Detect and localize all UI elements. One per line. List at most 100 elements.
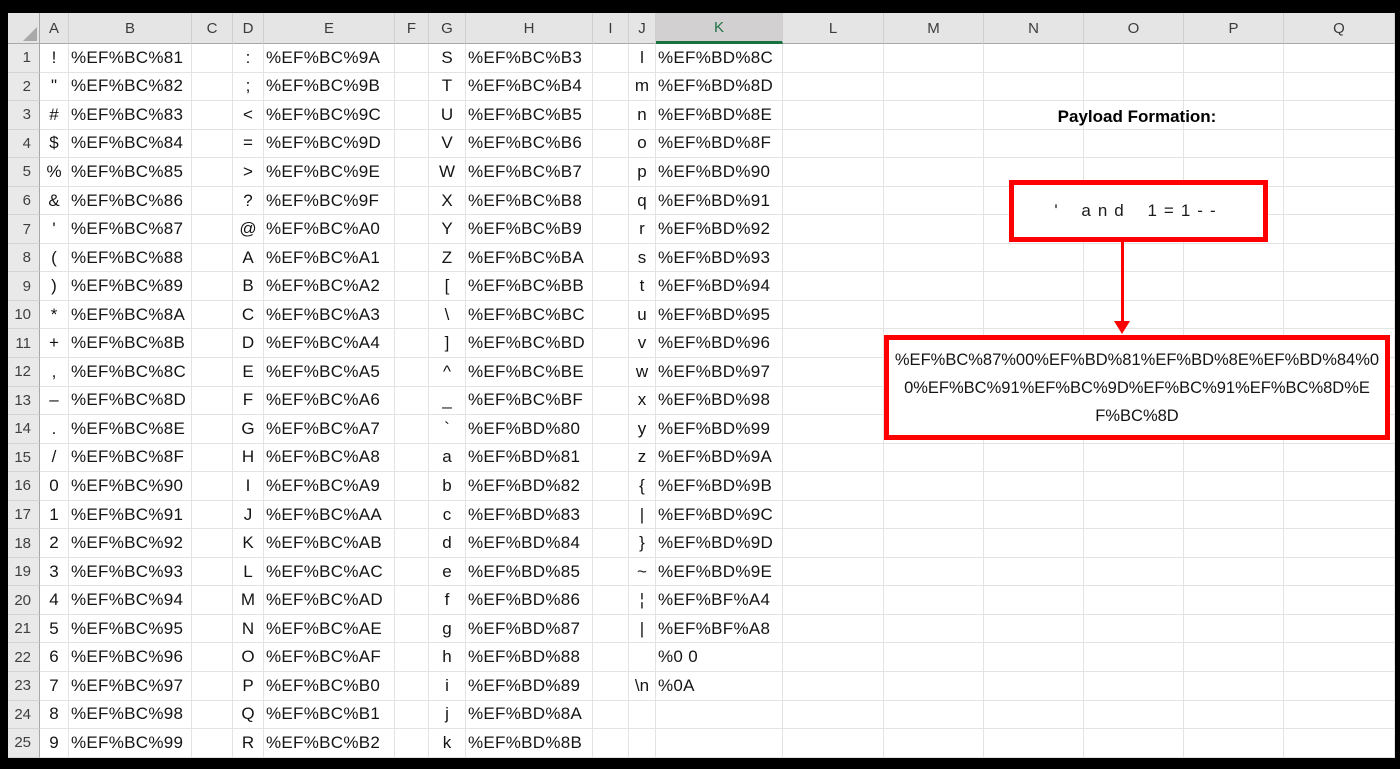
cell-H24[interactable]: %EF%BD%8A — [466, 700, 593, 730]
cell-Q1[interactable] — [1284, 44, 1395, 73]
cell-G16[interactable]: b — [429, 472, 466, 501]
cell-O2[interactable] — [1084, 72, 1184, 102]
cell-J16[interactable]: { — [629, 472, 656, 501]
column-header-F[interactable]: F — [395, 13, 429, 44]
cell-Q5[interactable] — [1284, 158, 1395, 187]
cell-D5[interactable]: > — [233, 158, 264, 187]
cell-L1[interactable] — [783, 44, 884, 73]
cell-E7[interactable]: %EF%BC%A0 — [264, 215, 395, 244]
cell-G15[interactable]: a — [429, 443, 466, 473]
cell-I9[interactable] — [593, 272, 629, 301]
cell-J8[interactable]: s — [629, 243, 656, 273]
column-header-B[interactable]: B — [69, 13, 192, 44]
cell-C11[interactable] — [192, 329, 233, 359]
cell-K3[interactable]: %EF%BD%8E — [656, 101, 783, 130]
cell-H2[interactable]: %EF%BC%B4 — [466, 72, 593, 102]
row-header-1[interactable]: 1 — [8, 44, 40, 73]
cell-F20[interactable] — [395, 586, 429, 615]
cell-J14[interactable]: y — [629, 415, 656, 444]
cell-E21[interactable]: %EF%BC%AE — [264, 614, 395, 644]
cell-K4[interactable]: %EF%BD%8F — [656, 129, 783, 159]
cell-J19[interactable]: ~ — [629, 557, 656, 587]
cell-E22[interactable]: %EF%BC%AF — [264, 643, 395, 673]
cell-P22[interactable] — [1184, 643, 1284, 673]
cell-G24[interactable]: j — [429, 700, 466, 730]
cell-E15[interactable]: %EF%BC%A8 — [264, 443, 395, 473]
cell-C1[interactable] — [192, 44, 233, 73]
cell-L16[interactable] — [783, 472, 884, 501]
cell-O20[interactable] — [1084, 586, 1184, 615]
cell-A24[interactable]: 8 — [40, 700, 69, 730]
cell-K25[interactable] — [656, 729, 783, 758]
cell-M4[interactable] — [884, 129, 984, 159]
cell-Q18[interactable] — [1284, 529, 1395, 558]
cell-K6[interactable]: %EF%BD%91 — [656, 186, 783, 216]
cell-Q8[interactable] — [1284, 243, 1395, 273]
cell-J2[interactable]: m — [629, 72, 656, 102]
cell-F24[interactable] — [395, 700, 429, 730]
cell-G4[interactable]: V — [429, 129, 466, 159]
cell-E25[interactable]: %EF%BC%B2 — [264, 729, 395, 758]
cell-J10[interactable]: u — [629, 300, 656, 330]
cell-A23[interactable]: 7 — [40, 672, 69, 701]
cell-M15[interactable] — [884, 443, 984, 473]
column-header-D[interactable]: D — [233, 13, 264, 44]
cell-M1[interactable] — [884, 44, 984, 73]
cell-P24[interactable] — [1184, 700, 1284, 730]
cell-G17[interactable]: c — [429, 500, 466, 530]
cell-H23[interactable]: %EF%BD%89 — [466, 672, 593, 701]
cell-J7[interactable]: r — [629, 215, 656, 244]
cell-E5[interactable]: %EF%BC%9E — [264, 158, 395, 187]
cell-I7[interactable] — [593, 215, 629, 244]
cell-F25[interactable] — [395, 729, 429, 758]
cell-G6[interactable]: X — [429, 186, 466, 216]
cell-A21[interactable]: 5 — [40, 614, 69, 644]
cell-A5[interactable]: % — [40, 158, 69, 187]
cell-F23[interactable] — [395, 672, 429, 701]
cell-P4[interactable] — [1184, 129, 1284, 159]
cell-J11[interactable]: v — [629, 329, 656, 359]
cell-Q6[interactable] — [1284, 186, 1395, 216]
cell-I23[interactable] — [593, 672, 629, 701]
cell-D16[interactable]: I — [233, 472, 264, 501]
cell-P8[interactable] — [1184, 243, 1284, 273]
cell-N2[interactable] — [984, 72, 1084, 102]
cell-Q24[interactable] — [1284, 700, 1395, 730]
cell-O9[interactable] — [1084, 272, 1184, 301]
cell-N24[interactable] — [984, 700, 1084, 730]
column-header-O[interactable]: O — [1084, 13, 1184, 44]
cell-E10[interactable]: %EF%BC%A3 — [264, 300, 395, 330]
column-header-J[interactable]: J — [629, 13, 656, 44]
cell-J25[interactable] — [629, 729, 656, 758]
cell-N8[interactable] — [984, 243, 1084, 273]
cell-G13[interactable]: _ — [429, 386, 466, 416]
cell-G14[interactable]: ` — [429, 415, 466, 444]
cell-L15[interactable] — [783, 443, 884, 473]
cell-K11[interactable]: %EF%BD%96 — [656, 329, 783, 359]
cell-C18[interactable] — [192, 529, 233, 558]
cell-K21[interactable]: %EF%BF%A8 — [656, 614, 783, 644]
cell-D23[interactable]: P — [233, 672, 264, 701]
cell-G23[interactable]: i — [429, 672, 466, 701]
cell-M17[interactable] — [884, 500, 984, 530]
cell-H4[interactable]: %EF%BC%B6 — [466, 129, 593, 159]
cell-F2[interactable] — [395, 72, 429, 102]
cell-B7[interactable]: %EF%BC%87 — [69, 215, 192, 244]
cell-B25[interactable]: %EF%BC%99 — [69, 729, 192, 758]
cell-M24[interactable] — [884, 700, 984, 730]
cell-B15[interactable]: %EF%BC%8F — [69, 443, 192, 473]
cell-N16[interactable] — [984, 472, 1084, 501]
cell-H11[interactable]: %EF%BC%BD — [466, 329, 593, 359]
cell-E20[interactable]: %EF%BC%AD — [264, 586, 395, 615]
cell-L14[interactable] — [783, 415, 884, 444]
cell-K9[interactable]: %EF%BD%94 — [656, 272, 783, 301]
cell-C6[interactable] — [192, 186, 233, 216]
cell-L10[interactable] — [783, 300, 884, 330]
cell-B23[interactable]: %EF%BC%97 — [69, 672, 192, 701]
cell-A13[interactable]: – — [40, 386, 69, 416]
cell-I11[interactable] — [593, 329, 629, 359]
cell-M22[interactable] — [884, 643, 984, 673]
cell-D8[interactable]: A — [233, 243, 264, 273]
cell-A19[interactable]: 3 — [40, 557, 69, 587]
cell-D17[interactable]: J — [233, 500, 264, 530]
